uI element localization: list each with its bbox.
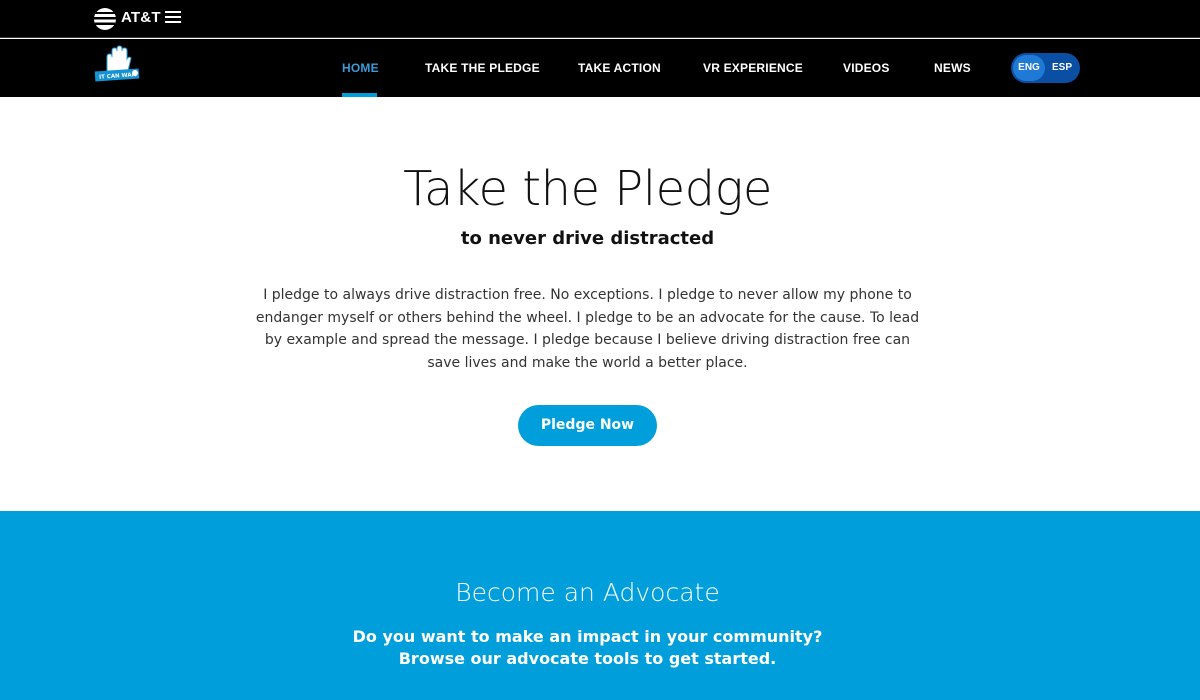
nav-item-news[interactable]: NEWS (934, 39, 971, 97)
hamburger-menu-icon[interactable] (165, 11, 181, 25)
pledge-now-button[interactable]: Pledge Now (518, 405, 657, 446)
nav-item-take-the-pledge[interactable]: TAKE THE PLEDGE (425, 39, 540, 97)
pledge-text: I pledge to always drive distraction fre… (255, 287, 920, 371)
language-toggle: ENG ESP (1011, 53, 1080, 83)
language-eng-button[interactable]: ENG (1013, 55, 1045, 81)
utility-bar: AT&T (0, 0, 1200, 38)
pledge-section: Take the Pledge to never drive distracte… (0, 97, 1200, 511)
pledge-title: Take the Pledge (403, 161, 772, 217)
it-can-wait-logo[interactable]: IT CAN WAIT (93, 45, 143, 85)
nav-item-take-action[interactable]: TAKE ACTION (578, 39, 661, 97)
language-esp-button[interactable]: ESP (1046, 55, 1078, 81)
advocate-section: Become an Advocate Do you want to make a… (0, 511, 1200, 700)
nav-item-videos[interactable]: VIDEOS (843, 39, 890, 97)
advocate-question: Do you want to make an impact in your co… (352, 627, 823, 646)
advocate-cta-text: Browse our advocate tools to get started… (398, 649, 777, 668)
nav-item-home[interactable]: HOME (342, 39, 379, 97)
pledge-subtitle: to never drive distracted (460, 228, 715, 249)
nav-item-vr-experience[interactable]: VR EXPERIENCE (703, 39, 803, 97)
advocate-title: Become an Advocate (455, 578, 720, 607)
att-brand-text[interactable]: AT&T (121, 9, 161, 26)
main-nav: IT CAN WAIT HOME TAKE THE PLEDGE TAKE AC… (0, 39, 1200, 97)
att-globe-icon[interactable] (93, 7, 117, 31)
